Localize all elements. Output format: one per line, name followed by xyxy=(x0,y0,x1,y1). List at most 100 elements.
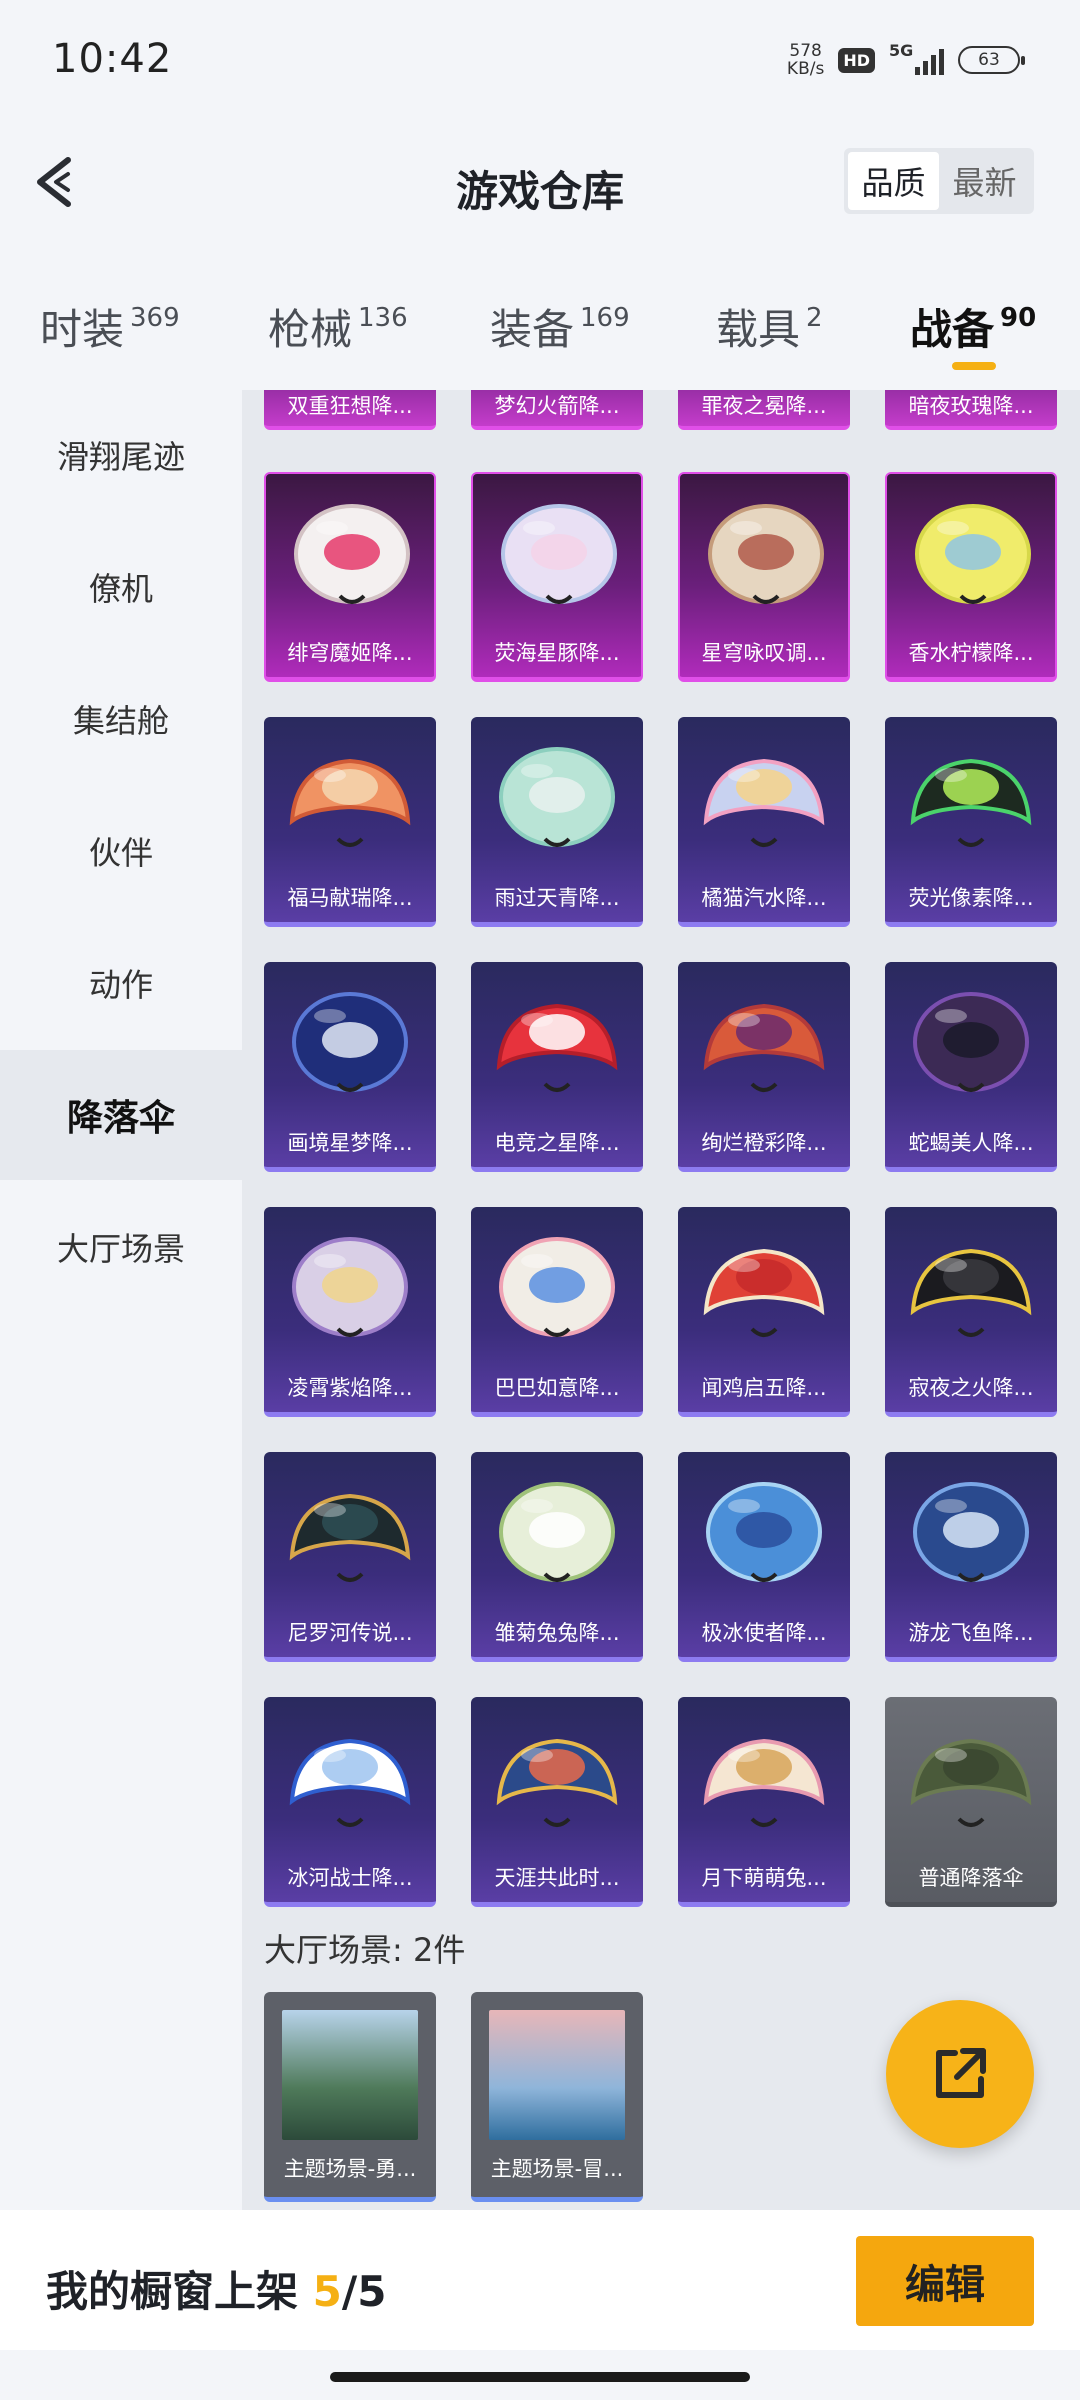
status-bar: 10:42 578 KB/s HD 5G 63 xyxy=(0,0,1080,120)
parachute-card[interactable]: 福马献瑞降... xyxy=(264,717,436,927)
status-time: 10:42 xyxy=(52,36,173,82)
parachute-icon xyxy=(708,504,824,604)
net-speed: 578 KB/s xyxy=(787,42,824,78)
parachute-card[interactable]: 蛇蝎美人降... xyxy=(885,962,1057,1172)
item-label: 雏菊兔兔降... xyxy=(494,1621,620,1645)
parachute-card[interactable]: 绯穹魔姬降... xyxy=(264,472,436,682)
sort-latest-button[interactable]: 最新 xyxy=(939,152,1030,210)
lobby-scene-card[interactable]: 主题场景-冒... xyxy=(471,1992,643,2202)
showcase-current: 5 xyxy=(312,2267,342,2316)
item-label: 荧海星豚降... xyxy=(494,641,620,665)
sidebar-item-wingman[interactable]: 僚机 xyxy=(0,522,242,652)
parachute-icon xyxy=(496,1003,618,1092)
tab-count: 169 xyxy=(580,303,630,333)
parachute-card[interactable]: 游龙飞鱼降... xyxy=(885,1452,1057,1662)
parachute-icon xyxy=(501,504,617,604)
parachute-card[interactable]: 绚烂橙彩降... xyxy=(678,962,850,1172)
parachute-icon xyxy=(289,1738,411,1827)
parachute-image xyxy=(905,492,1041,628)
item-label: 尼罗河传说... xyxy=(287,1621,413,1645)
parachute-card[interactable]: 巴巴如意降... xyxy=(471,1207,643,1417)
parachute-card[interactable]: 梦幻火箭降... xyxy=(471,390,643,430)
item-label: 游龙飞鱼降... xyxy=(908,1621,1034,1645)
parachute-icon xyxy=(703,1738,825,1827)
page-header: 游戏仓库 品质 最新 xyxy=(0,130,1080,240)
signal-icon: 5G xyxy=(889,41,944,75)
parachute-card[interactable]: 雨过天青降... xyxy=(471,717,643,927)
tab-combat-gear[interactable]: 战备 90 xyxy=(910,296,1036,357)
parachute-card[interactable]: 月下萌萌兔... xyxy=(678,1697,850,1907)
parachute-icon xyxy=(910,1738,1032,1827)
item-label: 凌霄紫焰降... xyxy=(287,1376,413,1400)
parachute-image xyxy=(696,1715,832,1851)
sort-toggle: 品质 最新 xyxy=(844,148,1034,214)
scene-image xyxy=(282,2010,418,2140)
home-indicator[interactable] xyxy=(330,2372,750,2382)
tab-label: 时装 xyxy=(40,305,125,354)
parachute-card[interactable]: 香水柠檬降... xyxy=(885,472,1057,682)
parachute-icon xyxy=(910,1248,1032,1337)
item-label: 普通降落伞 xyxy=(918,1866,1024,1890)
parachute-card[interactable]: 橘猫汽水降... xyxy=(678,717,850,927)
item-label: 星穹咏叹调... xyxy=(701,641,827,665)
sidebar-item-emote[interactable]: 动作 xyxy=(0,918,242,1048)
parachute-card[interactable]: 荧光像素降... xyxy=(885,717,1057,927)
parachute-card[interactable]: 寂夜之火降... xyxy=(885,1207,1057,1417)
parachute-card[interactable]: 天涯共此时... xyxy=(471,1697,643,1907)
item-label: 福马献瑞降... xyxy=(287,886,413,910)
parachute-card[interactable]: 荧海星豚降... xyxy=(471,472,643,682)
parachute-card[interactable]: 电竞之星降... xyxy=(471,962,643,1172)
parachute-image xyxy=(903,1470,1039,1606)
item-label: 绚烂橙彩降... xyxy=(701,1131,827,1155)
tab-equipment[interactable]: 装备 169 xyxy=(490,296,630,357)
tab-label: 枪械 xyxy=(268,305,353,354)
parachute-card[interactable]: 极冰使者降... xyxy=(678,1452,850,1662)
item-label: 寂夜之火降... xyxy=(908,1376,1034,1400)
item-label: 绯穹魔姬降... xyxy=(287,641,413,665)
parachute-icon xyxy=(703,1003,825,1092)
parachute-icon xyxy=(915,504,1031,604)
tab-vehicles[interactable]: 载具 2 xyxy=(716,296,823,357)
parachute-image xyxy=(282,735,418,871)
parachute-image xyxy=(489,980,625,1116)
parachute-card[interactable]: 暗夜玫瑰降... xyxy=(885,390,1057,430)
parachute-card[interactable]: 尼罗河传说... xyxy=(264,1452,436,1662)
parachute-card[interactable]: 星穹咏叹调... xyxy=(678,472,850,682)
tab-count: 136 xyxy=(358,303,408,333)
scene-image xyxy=(489,2010,625,2140)
sidebar-item-lobby-scene[interactable]: 大厅场景 xyxy=(0,1182,242,1312)
parachute-card[interactable]: 罪夜之冕降... xyxy=(678,390,850,430)
item-label: 极冰使者降... xyxy=(701,1621,827,1645)
sort-quality-button[interactable]: 品质 xyxy=(848,152,939,210)
item-label: 荧光像素降... xyxy=(908,886,1034,910)
parachute-card[interactable]: 冰河战士降... xyxy=(264,1697,436,1907)
share-button[interactable] xyxy=(886,2000,1034,2148)
tab-weapons[interactable]: 枪械 136 xyxy=(268,296,408,357)
parachute-icon xyxy=(913,1482,1029,1582)
parachute-card[interactable]: 画境星梦降... xyxy=(264,962,436,1172)
battery-level: 63 xyxy=(978,50,1000,70)
lobby-scene-section-title: 大厅场景: 2件 xyxy=(264,1931,466,1969)
parachute-card[interactable]: 凌霄紫焰降... xyxy=(264,1207,436,1417)
parachute-card[interactable]: 普通降落伞 xyxy=(885,1697,1057,1907)
item-label: 画境星梦降... xyxy=(287,1131,413,1155)
sidebar-item-glide-trail[interactable]: 滑翔尾迹 xyxy=(0,390,242,520)
sidebar-item-companion[interactable]: 伙伴 xyxy=(0,786,242,916)
lobby-scene-card[interactable]: 主题场景-勇... xyxy=(264,1992,436,2202)
parachute-image xyxy=(282,1715,418,1851)
parachute-card[interactable]: 雏菊兔兔降... xyxy=(471,1452,643,1662)
parachute-card[interactable]: 双重狂想降... xyxy=(264,390,436,430)
tab-label: 装备 xyxy=(490,305,575,354)
active-tab-indicator xyxy=(952,362,996,370)
sidebar-item-parachute[interactable]: 降落伞 xyxy=(0,1050,242,1180)
net-speed-value: 578 xyxy=(789,41,822,61)
tab-fashion[interactable]: 时装 369 xyxy=(40,296,180,357)
tab-count: 90 xyxy=(1000,303,1037,333)
parachute-card[interactable]: 闻鸡启五降... xyxy=(678,1207,850,1417)
tab-count: 2 xyxy=(806,303,823,333)
parachute-icon xyxy=(913,992,1029,1092)
external-link-icon xyxy=(936,2048,986,2098)
edit-button[interactable]: 编辑 xyxy=(856,2236,1034,2326)
parachute-image xyxy=(284,492,420,628)
sidebar-item-pod[interactable]: 集结舱 xyxy=(0,654,242,784)
